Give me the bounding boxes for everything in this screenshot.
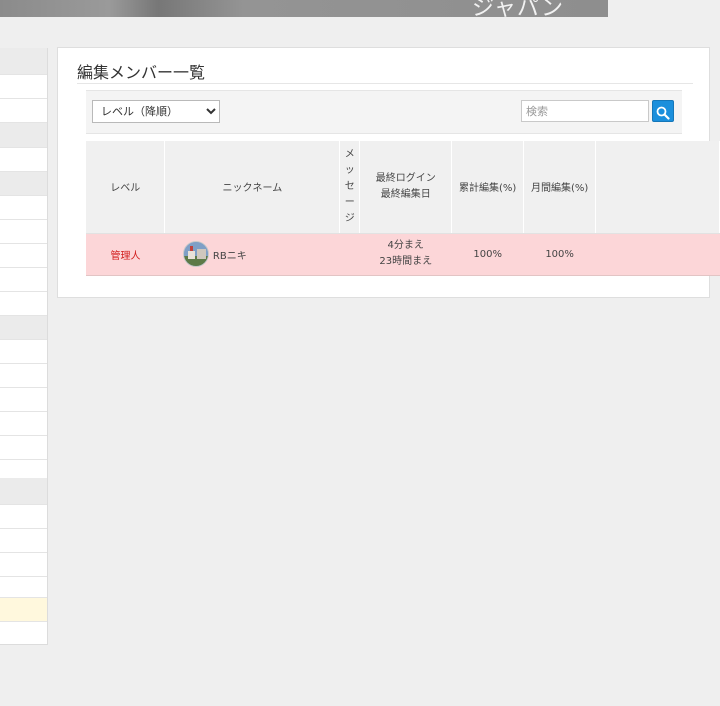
monthly-edits-cell: 100% bbox=[523, 233, 596, 276]
page-title: 編集メンバー一覧 bbox=[77, 63, 206, 82]
sidebar-item[interactable] bbox=[0, 292, 47, 316]
sidebar-section-header bbox=[0, 478, 47, 505]
column-header-message-label: メッセージ bbox=[344, 148, 355, 224]
column-header-last-login: 最終ログイン bbox=[375, 172, 436, 184]
sidebar-section-header bbox=[0, 316, 47, 340]
last-activity-cell: 4分まえ 23時間まえ bbox=[359, 233, 452, 276]
sidebar-item[interactable] bbox=[0, 412, 47, 436]
sidebar-item[interactable] bbox=[0, 340, 47, 364]
column-header-extra bbox=[595, 141, 720, 234]
sidebar-item[interactable] bbox=[0, 244, 47, 268]
avatar[interactable] bbox=[182, 241, 209, 267]
last-login-value: 4分まえ bbox=[387, 240, 424, 251]
sidebar-item[interactable] bbox=[0, 436, 47, 460]
sidebar-item-active[interactable] bbox=[0, 598, 47, 622]
sidebar-section-header bbox=[0, 172, 47, 196]
column-header-last-edit: 最終編集日 bbox=[380, 188, 431, 200]
extra-cell bbox=[595, 233, 720, 276]
nickname-cell: RBニキ bbox=[165, 241, 340, 267]
top-banner: ジャパン bbox=[0, 0, 608, 17]
sidebar-item[interactable] bbox=[0, 529, 47, 553]
sidebar-section-header bbox=[0, 123, 47, 148]
member-table: レベル ニックネーム メッセージ 最終ログイン 最終編集日 累計編集(%) 月間… bbox=[86, 141, 720, 276]
sidebar-item[interactable] bbox=[0, 99, 47, 123]
sidebar-item[interactable] bbox=[0, 505, 47, 529]
column-header-nickname[interactable]: ニックネーム bbox=[164, 141, 341, 234]
column-header-message[interactable]: メッセージ bbox=[339, 141, 361, 234]
list-toolbar: レベル（降順） bbox=[86, 90, 682, 134]
nickname-cell-wrapper: RBニキ bbox=[164, 233, 340, 276]
sidebar-item[interactable] bbox=[0, 553, 47, 577]
sidebar-section-header bbox=[0, 48, 47, 75]
sidebar-item[interactable] bbox=[0, 388, 47, 412]
search-button[interactable] bbox=[652, 100, 674, 122]
sidebar-item[interactable] bbox=[0, 148, 47, 172]
table-row[interactable]: 管理人 RBニキ 4分まえ 23時間まえ 100% 100% bbox=[86, 233, 720, 276]
search-input[interactable] bbox=[521, 100, 649, 122]
magnifier-icon bbox=[653, 106, 673, 120]
level-cell: 管理人 bbox=[86, 233, 165, 276]
sidebar-item[interactable] bbox=[0, 364, 47, 388]
total-edits-cell: 100% bbox=[451, 233, 524, 276]
sidebar-item[interactable] bbox=[0, 196, 47, 220]
banner-text: ジャパン bbox=[472, 0, 565, 17]
sidebar-item[interactable] bbox=[0, 75, 47, 99]
sort-order-select[interactable]: レベル（降順） bbox=[92, 100, 220, 123]
sidebar-item[interactable] bbox=[0, 220, 47, 244]
message-cell bbox=[339, 233, 360, 276]
column-header-last-activity[interactable]: 最終ログイン 最終編集日 bbox=[359, 141, 453, 234]
nickname-link[interactable]: RBニキ bbox=[213, 247, 247, 262]
column-header-total-edits[interactable]: 累計編集(%) bbox=[451, 141, 525, 234]
sidebar-item[interactable] bbox=[0, 622, 47, 644]
sidebar-item[interactable] bbox=[0, 268, 47, 292]
sidebar-item[interactable] bbox=[0, 577, 47, 598]
sidebar bbox=[0, 48, 48, 645]
column-header-monthly-edits[interactable]: 月間編集(%) bbox=[523, 141, 597, 234]
column-header-level[interactable]: レベル bbox=[86, 141, 166, 234]
table-header-row: レベル ニックネーム メッセージ 最終ログイン 最終編集日 累計編集(%) 月間… bbox=[86, 141, 720, 234]
last-edit-value: 23時間まえ bbox=[379, 256, 433, 267]
divider bbox=[77, 83, 693, 84]
